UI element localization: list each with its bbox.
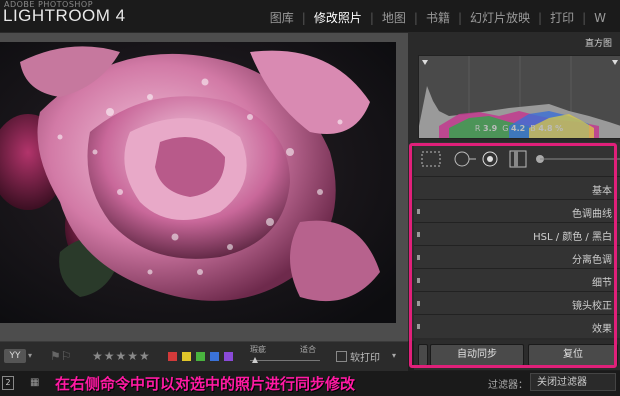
toolbar: YY ▾ ⚑⚐ ★★★★★ 瑕疵 适合 软打印 ▾ — [0, 341, 408, 372]
module-book[interactable]: 书籍 — [418, 9, 458, 26]
color-label-yellow[interactable] — [182, 352, 191, 361]
view-mode-chevron-icon[interactable]: ▾ — [28, 351, 32, 360]
filter-dropdown[interactable]: 关闭过滤器 — [530, 373, 616, 391]
flag-icon[interactable]: ⚑⚐ — [50, 349, 72, 363]
filter-label: 过滤器： — [488, 380, 528, 391]
app-brand: LIGHTROOM 4 — [3, 6, 126, 25]
secondary-display-button[interactable]: 2 — [2, 376, 14, 390]
color-label-green[interactable] — [196, 352, 205, 361]
module-slideshow[interactable]: 幻灯片放映 — [462, 9, 538, 26]
color-label-red[interactable] — [168, 352, 177, 361]
toolbar-menu-chevron-icon[interactable]: ▾ — [392, 351, 396, 360]
zoom-slider-thumb[interactable] — [252, 357, 258, 363]
module-library[interactable]: 图库 — [262, 9, 302, 26]
module-picker: 图库 | 修改照片 | 地图 | 书籍 | 幻灯片放映 | 打印 | W — [262, 9, 614, 26]
module-develop[interactable]: 修改照片 — [306, 9, 370, 26]
module-print[interactable]: 打印 — [542, 9, 582, 26]
zoom-label-right: 适合 — [300, 345, 316, 354]
color-label-purple[interactable] — [224, 352, 233, 361]
highlight-annotation — [409, 143, 617, 368]
soft-proof-checkbox[interactable] — [336, 351, 347, 362]
zoom-label-left: 瑕疵 — [250, 345, 266, 354]
module-map[interactable]: 地图 — [374, 9, 414, 26]
histogram-title: 直方图 — [584, 39, 612, 49]
color-label-blue[interactable] — [210, 352, 219, 361]
view-mode-icon[interactable]: YY — [4, 349, 26, 363]
module-web[interactable]: W — [586, 11, 614, 25]
histogram-readout: R 3.9 G 4.2 B 4.8 % — [474, 124, 564, 133]
rose-photo[interactable] — [0, 42, 396, 323]
tutorial-caption: 在右侧命令中可以对选中的照片进行同步修改 — [55, 375, 356, 393]
soft-proof-label: 软打印 — [350, 353, 380, 364]
zoom-slider[interactable] — [250, 360, 320, 361]
star-rating[interactable]: ★★★★★ — [92, 349, 151, 363]
grid-icon[interactable]: ▦ — [30, 377, 39, 388]
